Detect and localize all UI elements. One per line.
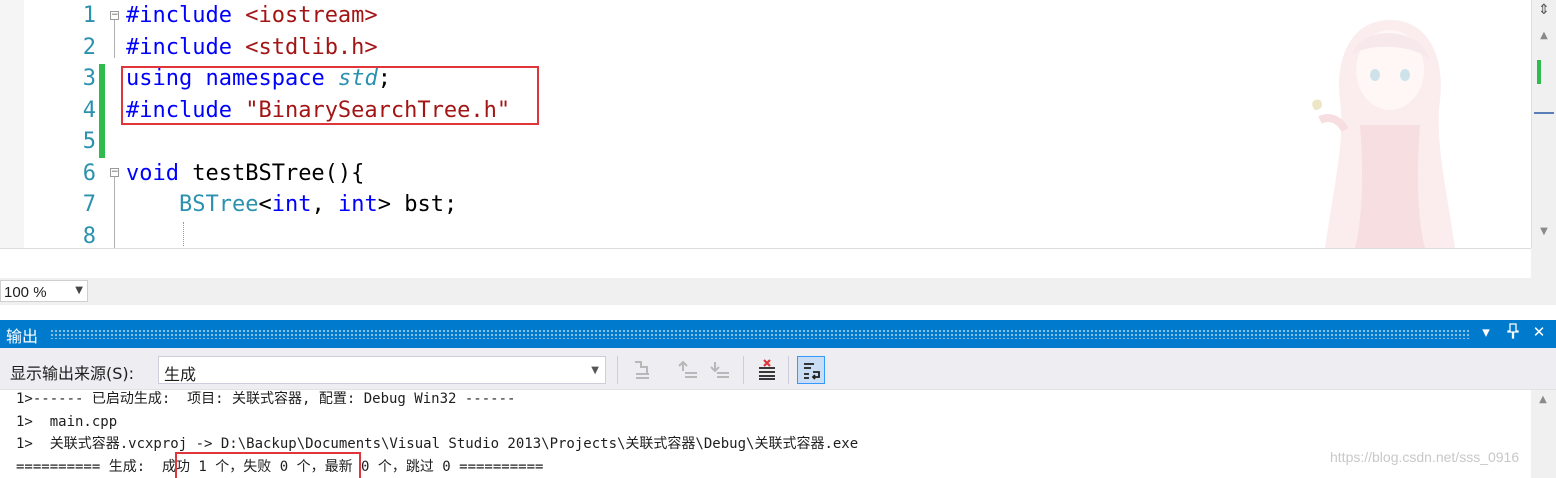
line-number: 7 (82, 192, 96, 217)
code-token: <iostream> (245, 3, 378, 28)
line-number: 4 (82, 97, 96, 123)
output-source-value: 生成 (164, 365, 197, 384)
code-token: < (258, 192, 272, 217)
output-toolbar: 显示输出来源(S): 生成 ▼ (0, 348, 1556, 390)
change-indicator-bar (99, 64, 105, 158)
scrollbar-corner (1531, 248, 1556, 278)
line-number: 8 (82, 223, 96, 249)
output-vertical-scrollbar[interactable]: ▲ (1531, 390, 1556, 478)
selection-margin (0, 0, 24, 248)
outline-collapse-icon[interactable]: − (110, 168, 119, 177)
prev-message-button[interactable] (674, 356, 702, 384)
code-token: BSTree (178, 192, 259, 217)
annotation-box-build-result (175, 452, 361, 478)
line-number: 5 (82, 129, 96, 154)
code-token: #include (126, 3, 232, 28)
next-message-icon (710, 362, 729, 378)
outline-collapse-icon[interactable]: − (110, 11, 119, 20)
code-token: > bst; (377, 192, 458, 217)
code-token: , (311, 192, 338, 217)
watermark: https://blog.csdn.net/sss_0916 (1330, 449, 1520, 465)
next-message-button[interactable] (706, 356, 734, 384)
scroll-up-icon[interactable]: ▲ (1532, 30, 1556, 41)
output-panel-title: 输出 (6, 327, 39, 346)
output-text-area[interactable]: 1>------ 已启动生成: 项目: 关联式容器, 配置: Debug Win… (0, 390, 1531, 478)
dropdown-arrow-icon[interactable]: ▼ (591, 365, 599, 376)
line-number: 1 (82, 3, 96, 28)
code-token: testBSTree(){ (178, 160, 365, 186)
code-line[interactable]: #include <stdlib.h> (126, 32, 378, 64)
dropdown-arrow-icon[interactable]: ▼ (75, 285, 83, 296)
output-panel-titlebar[interactable]: 输出 ▾ ✕ (0, 320, 1556, 348)
zoom-dropdown[interactable]: 100 % ▼ (0, 280, 88, 302)
output-source-select[interactable]: 生成 ▼ (158, 356, 606, 384)
code-line[interactable]: #include <iostream> (126, 0, 378, 32)
code-token: #include (126, 34, 232, 60)
titlebar-grip (50, 329, 1470, 339)
output-line: 1> 关联式容器.vcxproj -> D:\Backup\Documents\… (16, 436, 859, 452)
word-wrap-button[interactable] (797, 356, 825, 384)
code-editor[interactable]: 1 2 3 4 5 6 7 8 − − #include <iostream> #… (0, 0, 1556, 248)
word-wrap-icon (804, 363, 820, 380)
code-token: void (126, 160, 179, 186)
output-line: 1>------ 已启动生成: 项目: 关联式容器, 配置: Debug Win… (16, 391, 516, 407)
line-number: 6 (82, 160, 96, 186)
toolbar-separator (788, 356, 789, 384)
source-label: 显示输出来源(S): (10, 364, 135, 383)
change-marker (1537, 60, 1541, 84)
output-line: 1> main.cpp (16, 414, 118, 430)
annotation-box-includes (121, 66, 539, 125)
toolbar-separator (743, 356, 744, 384)
scroll-down-icon[interactable]: ▼ (1532, 226, 1556, 237)
code-line[interactable]: BSTree<int, int> bst; (126, 189, 457, 221)
find-message-button[interactable] (628, 356, 656, 384)
pin-icon[interactable] (1502, 323, 1524, 343)
background-character-art (1312, 20, 1455, 248)
split-window-icon[interactable]: ⇕ (1532, 2, 1556, 18)
zoom-bar: 100 % ▼ (0, 278, 1556, 305)
code-token: <stdlib.h> (245, 34, 378, 60)
indent-guide (183, 222, 184, 246)
code-line[interactable]: void testBSTree(){ (126, 158, 364, 190)
outline-guide (114, 20, 115, 58)
close-icon[interactable]: ✕ (1528, 323, 1550, 341)
outline-guide (114, 177, 115, 248)
clear-all-button[interactable] (753, 356, 781, 384)
editor-horizontal-area (0, 248, 1531, 278)
line-number: 3 (82, 66, 96, 91)
editor-vertical-scrollbar[interactable]: ⇕ ▲ ▼ (1531, 0, 1556, 248)
code-token: int (337, 192, 378, 217)
toolbar-separator (617, 356, 618, 384)
code-token: int (271, 192, 312, 217)
dropdown-panel-icon[interactable]: ▾ (1475, 323, 1497, 341)
clear-all-icon (759, 359, 775, 380)
find-message-icon (635, 361, 649, 379)
caret-position-marker (1534, 112, 1554, 114)
line-number: 2 (82, 34, 96, 60)
scroll-up-icon[interactable]: ▲ (1531, 394, 1555, 405)
prev-message-icon (678, 360, 697, 378)
line-number-gutter: 1 2 3 4 5 6 7 8 (24, 0, 100, 248)
zoom-level: 100 % (4, 284, 47, 301)
